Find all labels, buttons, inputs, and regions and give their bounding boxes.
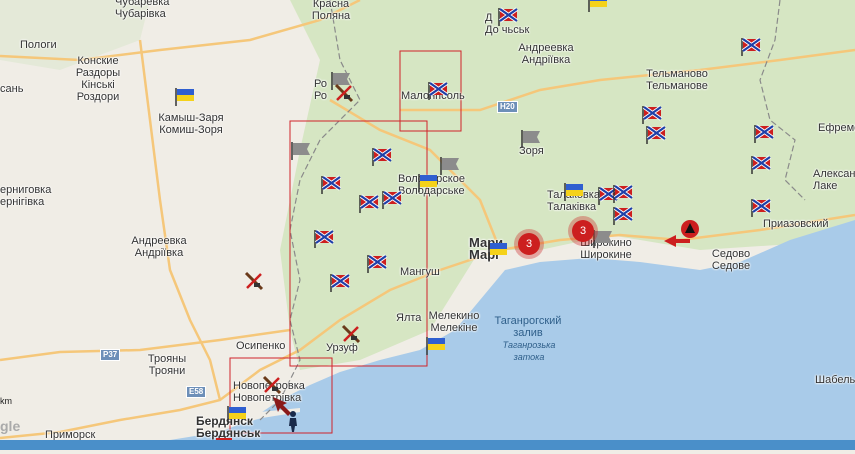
- google-logo: gle: [0, 418, 21, 434]
- fighting-icon[interactable]: [261, 374, 283, 396]
- map-canvas[interactable]: [0, 0, 855, 450]
- place-osipenko: Осипенко: [236, 340, 286, 352]
- place-telmanovo: Тельманово Тельманове: [646, 68, 708, 92]
- place-andreevka-north: Андреевка Андріївка: [518, 42, 574, 66]
- fighting-icon[interactable]: [340, 323, 362, 345]
- place-mangush: Мангуш: [400, 266, 440, 278]
- road-shield-h20: H20: [497, 101, 518, 113]
- flag-novorossiya-icon[interactable]: [641, 104, 663, 126]
- place-shabel: Шабель: [815, 374, 855, 386]
- flag-grey-icon[interactable]: [592, 228, 614, 250]
- cluster-marker[interactable]: 3: [572, 220, 594, 242]
- place-konskie: Конские Раздоры Кінські Роздори: [75, 55, 121, 103]
- flag-novorossiya-icon[interactable]: [320, 174, 342, 196]
- place-yalta: Ялта: [396, 312, 422, 324]
- flag-novorossiya-icon[interactable]: [381, 189, 403, 211]
- sea-label-ua: Таганрозька затока: [502, 340, 556, 362]
- place-aleksandrovka: Алексан Лаке: [813, 168, 855, 192]
- place-chubarevka: Чубаревка Чубарівка: [115, 0, 170, 20]
- place-efremovka: Ефремо: [818, 122, 855, 134]
- arrow-icon: [664, 235, 690, 247]
- place-sedovo: Седово Седове: [711, 248, 751, 272]
- flag-novorossiya-icon[interactable]: [313, 228, 335, 250]
- sea-label-ru: Таганрогский залив: [494, 315, 562, 339]
- road-shield-p37: P37: [100, 349, 121, 361]
- flag-novorossiya-icon[interactable]: [612, 183, 634, 205]
- fighting-icon[interactable]: [333, 82, 355, 104]
- flag-novorossiya-icon[interactable]: [750, 154, 772, 176]
- flag-ukraine-icon[interactable]: [487, 240, 509, 262]
- flag-novorossiya-icon[interactable]: [740, 36, 762, 58]
- place-melekino: Мелекино Мелекіне: [428, 310, 480, 334]
- flag-ukraine-icon[interactable]: [174, 86, 196, 108]
- place-rozovka: Ро Ро: [314, 78, 327, 102]
- place-prizovsky: Приазовский: [763, 218, 829, 230]
- place-chernigovka: ерниговка ернігівка: [0, 184, 52, 208]
- place-polohi: Пологи: [20, 39, 57, 51]
- flag-novorossiya-icon[interactable]: [750, 197, 772, 219]
- flag-novorossiya-icon[interactable]: [329, 272, 351, 294]
- flag-grey-icon[interactable]: [290, 140, 312, 162]
- flag-novorossiya-icon[interactable]: [358, 193, 380, 215]
- flag-novorossiya-icon[interactable]: [645, 124, 667, 146]
- bottom-bar: [0, 440, 855, 450]
- flag-novorossiya-icon[interactable]: [753, 123, 775, 145]
- flag-novorossiya-icon[interactable]: [497, 6, 519, 28]
- scale-label: km: [0, 396, 12, 406]
- flag-ukraine-icon[interactable]: [425, 335, 447, 357]
- place-troyany: Трояны Трояни: [147, 353, 187, 377]
- flag-ukraine-icon[interactable]: [563, 181, 585, 203]
- flag-novorossiya-icon[interactable]: [612, 205, 634, 227]
- flag-grey-icon[interactable]: [520, 128, 542, 150]
- cluster-marker[interactable]: 3: [518, 233, 540, 255]
- flag-ukraine-icon[interactable]: [226, 404, 248, 426]
- place-kamysh-zarya: Камыш-Заря Комиш-Зоря: [158, 112, 224, 136]
- flag-ukraine-icon[interactable]: [587, 0, 609, 14]
- fighting-icon[interactable]: [243, 270, 265, 292]
- road-shield-e58: E58: [186, 386, 207, 398]
- flag-novorossiya-icon[interactable]: [371, 146, 393, 168]
- place-zaitsevo: сань: [0, 83, 24, 95]
- flag-ukraine-icon[interactable]: [417, 172, 439, 194]
- place-andreevka-west: Андреевка Андріївка: [131, 235, 187, 259]
- place-krasnaya: Красна Поляна: [311, 0, 351, 22]
- flag-grey-icon[interactable]: [439, 155, 461, 177]
- flag-novorossiya-icon[interactable]: [427, 80, 449, 102]
- person-icon: [289, 411, 297, 432]
- flag-novorossiya-icon[interactable]: [366, 253, 388, 275]
